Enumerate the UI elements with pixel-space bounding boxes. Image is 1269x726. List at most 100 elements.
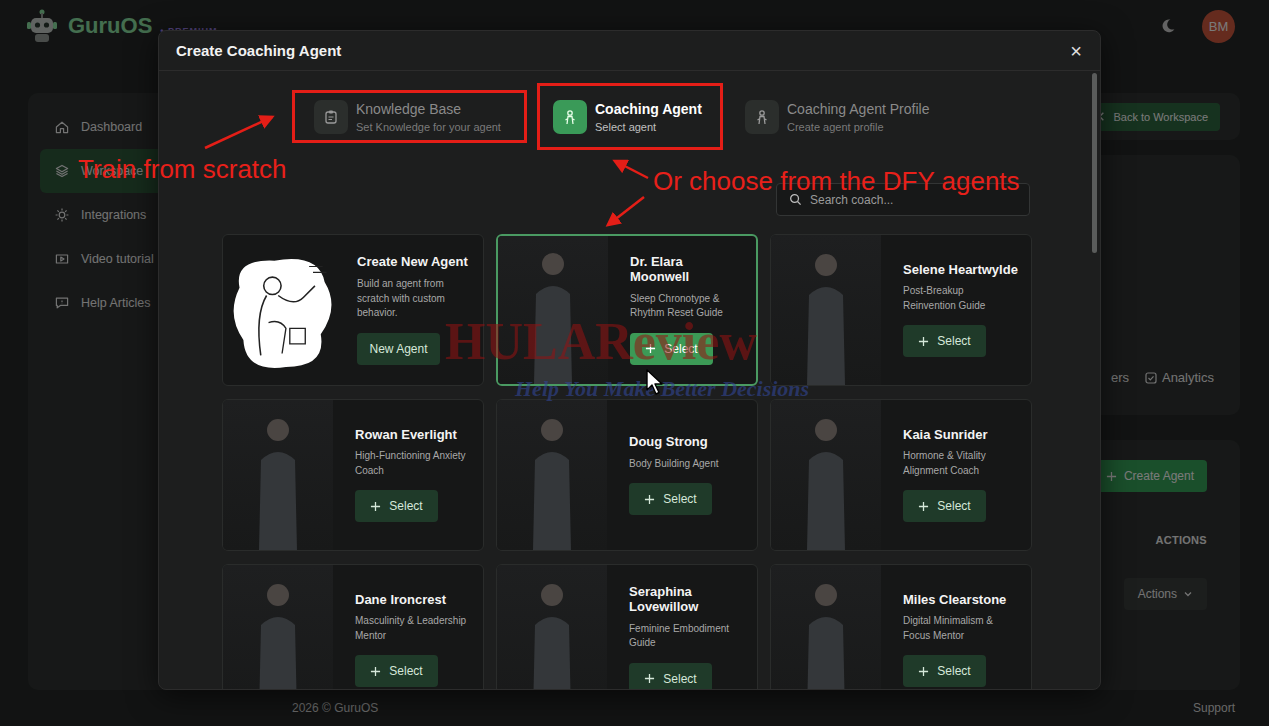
annotation-arrows	[0, 0, 1269, 726]
agent-card[interactable]: Doug Strong Body Building Agent Select	[496, 399, 758, 551]
agent-card[interactable]: Rowan Everlight High-Functioning Anxiety …	[222, 399, 484, 551]
agent-card[interactable]: Kaia Sunrider Hormone & Vitality Alignmen…	[770, 399, 1032, 551]
step-text: Knowledge Base Set Knowledge for your age…	[356, 101, 501, 133]
step-icon-box	[553, 100, 587, 134]
new-agent-button[interactable]: New Agent	[357, 333, 440, 365]
agent-photo	[771, 400, 881, 550]
step-icon-box	[745, 100, 779, 134]
person-photo-icon	[771, 565, 881, 689]
select-button[interactable]: Select	[355, 655, 438, 687]
select-label: Select	[664, 342, 697, 356]
step-title: Coaching Agent	[595, 101, 702, 117]
agent-name: Dane Ironcrest	[355, 593, 446, 608]
agent-role: Sleep Chronotype & Rhythm Reset Guide	[630, 292, 744, 321]
watermark: HULAReview Help You Make Better Decisions	[445, 316, 809, 402]
agent-icon	[754, 109, 770, 125]
scrollbar[interactable]	[1092, 73, 1097, 253]
agent-icon	[562, 109, 578, 125]
watermark-subtitle: Help You Make Better Decisions	[515, 376, 809, 402]
agent-card[interactable]: Miles ClearstoneDigital Minimalism & Foc…	[770, 564, 1032, 689]
card-title: Create New Agent	[357, 255, 468, 270]
step-text: Coaching Agent Select agent	[595, 101, 702, 133]
mouse-cursor-icon	[645, 368, 665, 396]
agent-card[interactable]: Selene HeartwyldePost-Breakup Reinventio…	[770, 234, 1032, 386]
clipboard-icon	[323, 109, 339, 125]
plus-icon	[644, 494, 655, 505]
step[interactable]: Coaching Agent Select agent	[537, 83, 723, 150]
agent-role: Digital Minimalism & Focus Mentor	[903, 614, 1019, 643]
agent-role: High-Functioning Anxiety Coach	[355, 449, 471, 478]
modal-title: Create Coaching Agent	[176, 42, 341, 59]
card-info: Kaia Sunrider Hormone & Vitality Alignmen…	[881, 400, 1031, 550]
agent-card[interactable]: Dr. Elara Moonwell Sleep Chronotype & Rhy…	[496, 234, 758, 386]
create-agent-card[interactable]: Create New Agent Build an agent from scra…	[222, 234, 484, 386]
select-label: Select	[937, 334, 970, 348]
card-info: Miles ClearstoneDigital Minimalism & Foc…	[881, 565, 1031, 689]
plus-icon	[918, 501, 929, 512]
annotation-arrow	[615, 161, 648, 178]
search-placeholder: Search coach...	[810, 193, 893, 207]
card-info: Selene HeartwyldePost-Breakup Reinventio…	[881, 235, 1031, 385]
select-button[interactable]: Select	[355, 490, 438, 522]
agent-name: Selene Heartwylde	[903, 263, 1018, 278]
agent-photo	[223, 400, 333, 550]
step-subtitle: Set Knowledge for your agent	[356, 121, 501, 133]
step[interactable]: Knowledge Base Set Knowledge for your age…	[292, 90, 527, 143]
select-button[interactable]: Select	[629, 483, 712, 515]
person-photo-icon	[771, 400, 881, 550]
card-info: Seraphina Lovewillow Feminine Embodiment …	[607, 565, 757, 689]
person-photo-icon	[223, 565, 333, 689]
agent-role: Hormone & Vitality Alignment Coach	[903, 449, 1019, 478]
agent-card[interactable]: Dane IroncrestMasculinity & Leadership M…	[222, 564, 484, 689]
agent-grid: Create New Agent Build an agent from scra…	[222, 234, 1100, 689]
person-photo-icon	[498, 234, 608, 384]
search-field[interactable]: Search coach...	[776, 183, 1030, 216]
illustration	[223, 235, 345, 385]
agent-name: Rowan Everlight	[355, 428, 457, 443]
agent-name: Kaia Sunrider	[903, 428, 988, 443]
agent-role: Feminine Embodiment Guide	[629, 622, 745, 651]
app-screen: GuruOS• PREMIUMBMDashboardWorkspaceInteg…	[0, 0, 1269, 726]
select-button[interactable]: Select	[630, 333, 713, 365]
agent-name: Doug Strong	[629, 435, 708, 450]
card-info: Dane IroncrestMasculinity & Leadership M…	[333, 565, 483, 689]
step[interactable]: Coaching Agent ProfileCreate agent profi…	[745, 90, 943, 143]
card-description: Build an agent from scratch with custom …	[357, 277, 471, 321]
create-agent-modal: Create Coaching Agent × Knowledge Base Set …	[158, 30, 1101, 690]
modal-body: Knowledge Base Set Knowledge for your age…	[159, 71, 1100, 689]
select-button[interactable]: Select	[629, 663, 712, 689]
card-info: Create New Agent Build an agent from scra…	[345, 235, 483, 385]
annotation-text: Train from scratch	[78, 154, 287, 185]
agent-photo	[223, 565, 333, 689]
search-row: Search coach...	[159, 183, 1100, 216]
agent-name: Dr. Elara Moonwell	[630, 255, 744, 285]
card-info: Rowan Everlight High-Functioning Anxiety …	[333, 400, 483, 550]
agent-name: Seraphina Lovewillow	[629, 585, 745, 615]
step-text: Coaching Agent ProfileCreate agent profi…	[787, 101, 929, 133]
select-button[interactable]: Select	[903, 490, 986, 522]
watermark-title: HULAReview	[445, 316, 809, 368]
agent-photo	[497, 565, 607, 689]
person-photo-icon	[771, 235, 881, 385]
select-label: Select	[663, 672, 696, 686]
person-photo-icon	[497, 400, 607, 550]
select-label: Select	[663, 492, 696, 506]
agent-role: Body Building Agent	[629, 457, 719, 472]
close-button[interactable]: ×	[1070, 41, 1082, 61]
step-title: Knowledge Base	[356, 101, 501, 117]
agent-photo	[771, 565, 881, 689]
modal-header: Create Coaching Agent ×	[159, 31, 1100, 71]
annotation-arrow	[205, 117, 272, 148]
plus-icon	[918, 336, 929, 347]
plus-icon	[370, 501, 381, 512]
step-subtitle: Select agent	[595, 121, 702, 133]
select-button[interactable]: Select	[903, 655, 986, 687]
plus-icon	[645, 343, 656, 354]
select-button[interactable]: Select	[903, 325, 986, 357]
step-icon-box	[314, 100, 348, 134]
select-label: Select	[389, 499, 422, 513]
plus-icon	[644, 673, 655, 684]
agent-card[interactable]: Seraphina Lovewillow Feminine Embodiment …	[496, 564, 758, 689]
annotation-arrow	[608, 197, 644, 225]
person-photo-icon	[497, 565, 607, 689]
